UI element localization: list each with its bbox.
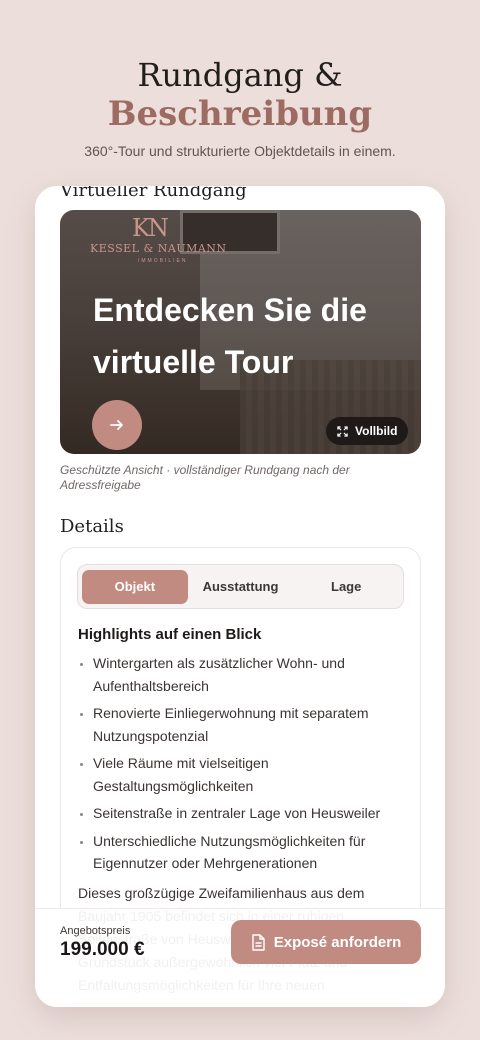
list-item: Unterschiedliche Nutzungsmöglichkeiten f… <box>78 830 408 875</box>
request-expose-label: Exposé anfordern <box>273 933 402 951</box>
fullscreen-button[interactable]: Vollbild <box>326 417 409 445</box>
list-item: Seitenstraße in zentraler Lage von Heusw… <box>78 802 408 825</box>
virtual-tour-preview[interactable]: KN KESSEL & NAUMANN IMMOBILIEN Entdecken… <box>60 210 421 454</box>
list-item: Renovierte Einliegerwohnung mit separate… <box>78 702 408 747</box>
expand-icon <box>337 425 348 437</box>
brand-logo-sub: IMMOBILIEN <box>138 258 188 264</box>
list-item: Viele Räume mit vielseitigen Gestaltungs… <box>78 752 408 797</box>
start-tour-button[interactable] <box>92 400 142 450</box>
hero-title-line2: Beschreibung <box>107 94 373 134</box>
price-label: Angebotspreis <box>60 925 131 937</box>
hero-title-line1: Rundgang & <box>137 56 343 94</box>
hero-subtitle: 360°-Tour und strukturierte Objektdetail… <box>84 143 396 159</box>
brand-logo-mark: KN <box>132 214 169 242</box>
request-expose-button[interactable]: Exposé anfordern <box>231 920 421 964</box>
document-icon <box>252 933 265 951</box>
highlights-list: Wintergarten als zusätzlicher Wohn- und … <box>78 652 408 880</box>
details-section-label: Details <box>60 516 124 537</box>
price-value: 199.000 € <box>60 939 145 960</box>
tab-lage[interactable]: Lage <box>293 570 399 604</box>
price-bar: Angebotspreis 199.000 € Exposé anfordern <box>35 908 445 1007</box>
tab-objekt[interactable]: Objekt <box>82 569 188 604</box>
brand-logo-text: KESSEL & NAUMANN <box>90 242 227 255</box>
phone-card: Virtueller Rundgang KN KESSEL & NAUMANN … <box>35 186 445 1007</box>
tour-headline: Entdecken Sie die virtuelle Tour <box>93 292 367 380</box>
fullscreen-label: Vollbild <box>355 424 398 438</box>
arrow-right-icon <box>110 420 123 430</box>
tour-section-label: Virtueller Rundgang <box>60 186 247 201</box>
highlights-title: Highlights auf einen Blick <box>78 626 262 643</box>
tour-note: Geschützte Ansicht · vollständiger Rundg… <box>60 463 350 492</box>
details-tabs: Objekt Ausstattung Lage <box>77 564 404 609</box>
hero-title: Rundgang & Beschreibung <box>0 56 480 134</box>
tab-ausstattung[interactable]: Ausstattung <box>188 570 294 604</box>
list-item: Wintergarten als zusätzlicher Wohn- und … <box>78 652 408 697</box>
